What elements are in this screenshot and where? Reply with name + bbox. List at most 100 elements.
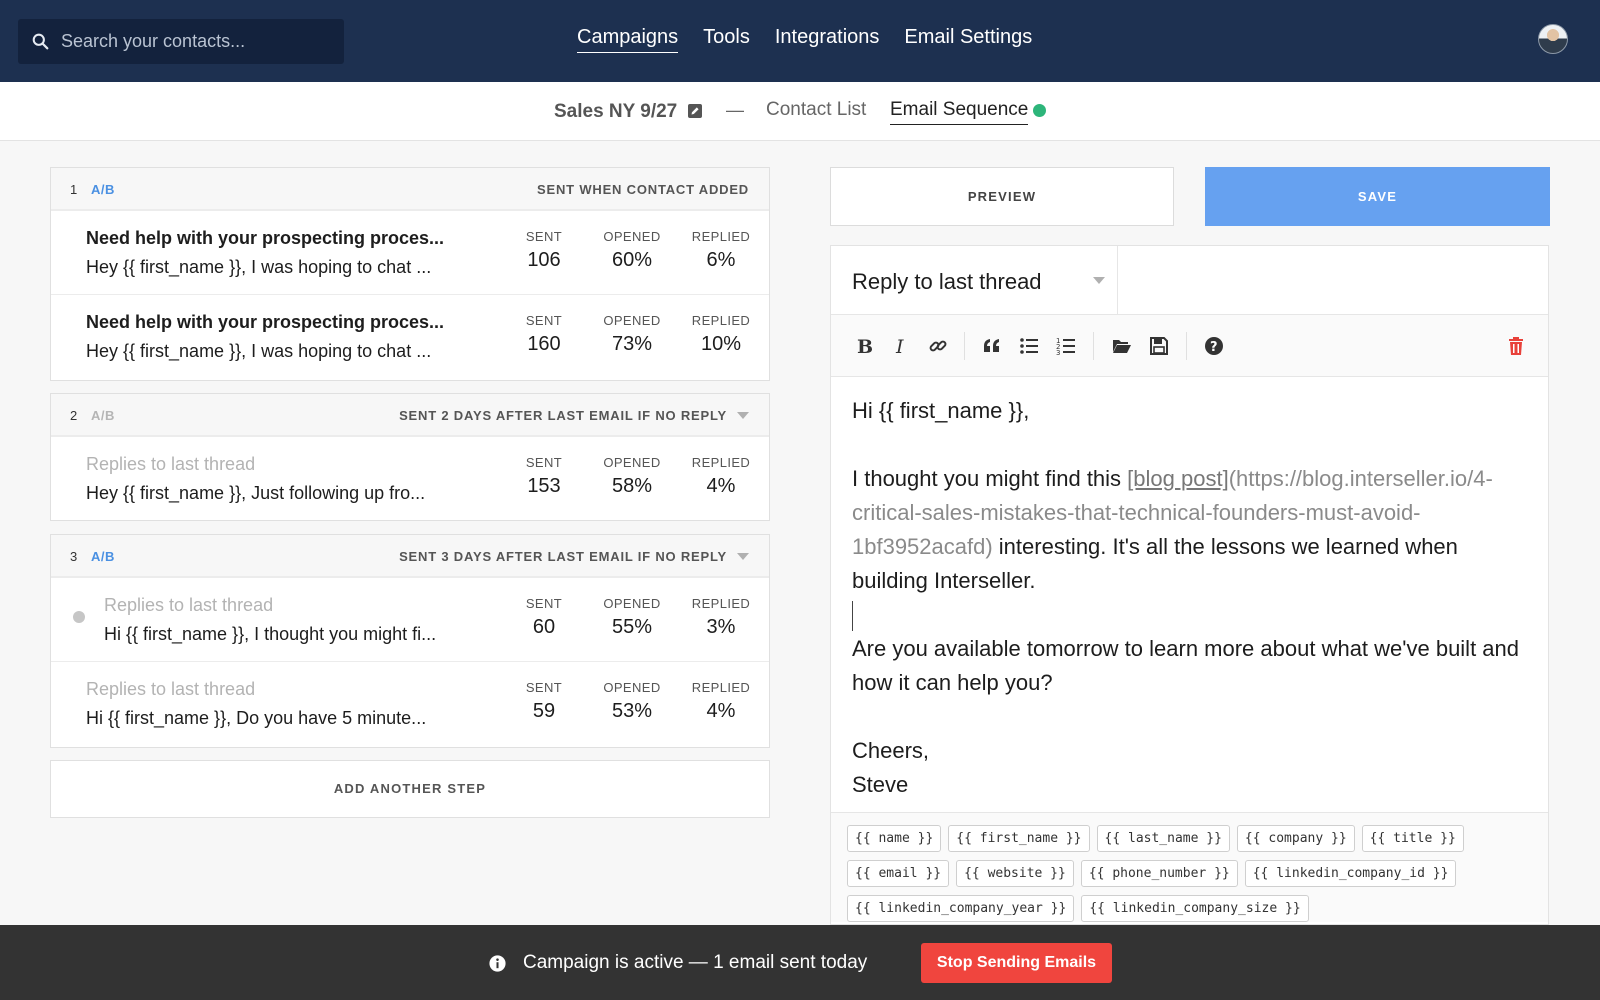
email-paragraph: I thought you might find this [blog post… <box>852 462 1532 598</box>
thread-select[interactable]: Reply to last thread <box>831 246 1118 314</box>
stat-replied: REPLIED 4% <box>686 455 756 498</box>
stat-label: REPLIED <box>691 313 751 328</box>
step-variant[interactable]: Need help with your prospecting proces..… <box>51 294 769 378</box>
add-step-button[interactable]: ADD ANOTHER STEP <box>50 760 770 818</box>
folder-open-icon[interactable] <box>1109 333 1135 359</box>
merge-tag[interactable]: {{ company }} <box>1236 825 1355 852</box>
stat-label: REPLIED <box>691 455 751 470</box>
merge-tags: {{ name }} {{ first_name }} {{ last_name… <box>831 812 1548 922</box>
merge-tag[interactable]: {{ email }} <box>847 860 950 887</box>
merge-tag[interactable]: {{ linkedin_company_year }} <box>847 895 1075 922</box>
user-avatar[interactable] <box>1538 24 1568 54</box>
campaign-name: Sales NY 9/27 <box>554 101 678 122</box>
bold-icon[interactable]: B <box>851 333 877 359</box>
stat-opened: OPENED 53% <box>597 680 667 723</box>
link-icon[interactable] <box>925 333 951 359</box>
ab-toggle[interactable]: A/B <box>91 182 115 197</box>
save-button[interactable]: SAVE <box>1205 167 1550 226</box>
variant-body-preview: Hey {{ first_name }}, I was hoping to ch… <box>86 341 432 361</box>
thread-select-value: Reply to last thread <box>852 269 1042 294</box>
email-link-text[interactable]: [blog post] <box>1127 466 1229 491</box>
tab-email-sequence[interactable]: Email Sequence <box>890 99 1029 125</box>
email-blank-line <box>852 700 1532 734</box>
variant-body-preview: Hey {{ first_name }}, Just following up … <box>86 483 426 503</box>
ab-toggle[interactable]: A/B <box>91 408 115 423</box>
email-text: I thought you might find this <box>852 466 1128 491</box>
email-closing: Cheers, <box>852 738 930 763</box>
svg-text:?: ? <box>1210 340 1218 355</box>
stat-value: 3% <box>706 616 736 638</box>
variant-selected-indicator <box>73 611 85 623</box>
toolbar-divider <box>1093 332 1094 360</box>
variant-subject: Replies to last thread <box>104 595 274 615</box>
contact-search[interactable] <box>18 19 344 64</box>
step-variant[interactable]: Need help with your prospecting proces..… <box>51 210 769 294</box>
stop-sending-button[interactable]: Stop Sending Emails <box>921 943 1112 983</box>
stat-label: OPENED <box>603 455 661 470</box>
search-input[interactable] <box>61 31 331 52</box>
stat-label: REPLIED <box>691 229 751 244</box>
merge-tag[interactable]: {{ linkedin_company_size }} <box>1081 895 1309 922</box>
stat-sent: SENT 153 <box>509 455 579 498</box>
preview-button[interactable]: PREVIEW <box>830 167 1174 226</box>
merge-tag[interactable]: {{ linkedin_company_id }} <box>1244 860 1457 887</box>
stat-label: OPENED <box>603 596 661 611</box>
email-body-editor[interactable]: Hi {{ first_name }}, I thought you might… <box>852 394 1532 802</box>
step-variant[interactable]: Replies to last thread Hi {{ first_name … <box>51 661 769 745</box>
chevron-down-icon[interactable] <box>1093 277 1105 284</box>
svg-text:3: 3 <box>1056 349 1060 356</box>
stat-value: 6% <box>706 249 736 271</box>
variant-subject: Need help with your prospecting proces..… <box>86 312 445 332</box>
nav-tools[interactable]: Tools <box>703 26 750 53</box>
help-icon[interactable]: ? <box>1201 333 1227 359</box>
stat-value: 4% <box>706 700 736 722</box>
stat-label: REPLIED <box>691 680 751 695</box>
nav-campaigns[interactable]: Campaigns <box>577 26 679 53</box>
main-nav: Campaigns Tools Integrations Email Setti… <box>577 26 1032 53</box>
step-trigger-label: SENT WHEN CONTACT ADDED <box>537 182 749 197</box>
merge-tag[interactable]: {{ first_name }} <box>948 825 1090 852</box>
sequence-step-1: 1 A/B SENT WHEN CONTACT ADDED Need help … <box>50 167 770 381</box>
merge-tag[interactable]: {{ title }} <box>1361 825 1464 852</box>
step-header: 2 A/B SENT 2 DAYS AFTER LAST EMAIL IF NO… <box>51 394 769 436</box>
merge-tag[interactable]: {{ name }} <box>847 825 942 852</box>
stat-label: OPENED <box>603 229 661 244</box>
trash-icon[interactable] <box>1503 333 1529 359</box>
step-trigger[interactable]: SENT 3 DAYS AFTER LAST EMAIL IF NO REPLY <box>399 549 749 564</box>
bullet-list-icon[interactable] <box>1016 333 1042 359</box>
variant-subject: Need help with your prospecting proces..… <box>86 228 445 248</box>
stat-label: SENT <box>525 596 563 611</box>
nav-email-settings[interactable]: Email Settings <box>904 26 1032 53</box>
email-greeting: Hi {{ first_name }}, <box>852 398 1030 423</box>
stat-label: OPENED <box>603 313 661 328</box>
save-icon[interactable] <box>1146 333 1172 359</box>
stat-value: 55% <box>611 616 653 638</box>
stat-sent: SENT 60 <box>509 596 579 639</box>
stat-label: REPLIED <box>691 596 751 611</box>
nav-integrations[interactable]: Integrations <box>775 26 880 53</box>
step-variant[interactable]: Replies to last thread Hi {{ first_name … <box>51 577 769 661</box>
step-variant[interactable]: Replies to last thread Hey {{ first_name… <box>51 436 769 520</box>
campaign-status-dot <box>1033 104 1046 117</box>
step-trigger[interactable]: SENT 2 DAYS AFTER LAST EMAIL IF NO REPLY <box>399 408 749 423</box>
stat-opened: OPENED 60% <box>597 229 667 272</box>
quote-icon[interactable] <box>979 333 1005 359</box>
merge-tag[interactable]: {{ phone_number }} <box>1080 860 1238 887</box>
step-header: 3 A/B SENT 3 DAYS AFTER LAST EMAIL IF NO… <box>51 535 769 577</box>
edit-icon[interactable] <box>688 104 702 118</box>
numbered-list-icon[interactable]: 123 <box>1053 333 1079 359</box>
search-icon <box>32 33 49 50</box>
campaign-status-message: Campaign is active — 1 email sent today <box>523 952 868 973</box>
merge-tag[interactable]: {{ website }} <box>956 860 1074 887</box>
variant-subject: Replies to last thread <box>86 454 256 474</box>
chevron-down-icon[interactable] <box>737 553 749 560</box>
stat-sent: SENT 160 <box>509 313 579 356</box>
chevron-down-icon[interactable] <box>737 412 749 419</box>
ab-toggle[interactable]: A/B <box>91 549 115 564</box>
merge-tag[interactable]: {{ last_name }} <box>1096 825 1230 852</box>
stat-sent: SENT 59 <box>509 680 579 723</box>
toolbar-divider <box>964 332 965 360</box>
stat-value: 10% <box>700 333 742 355</box>
tab-contact-list[interactable]: Contact List <box>766 99 866 124</box>
italic-icon[interactable]: I <box>888 333 914 359</box>
